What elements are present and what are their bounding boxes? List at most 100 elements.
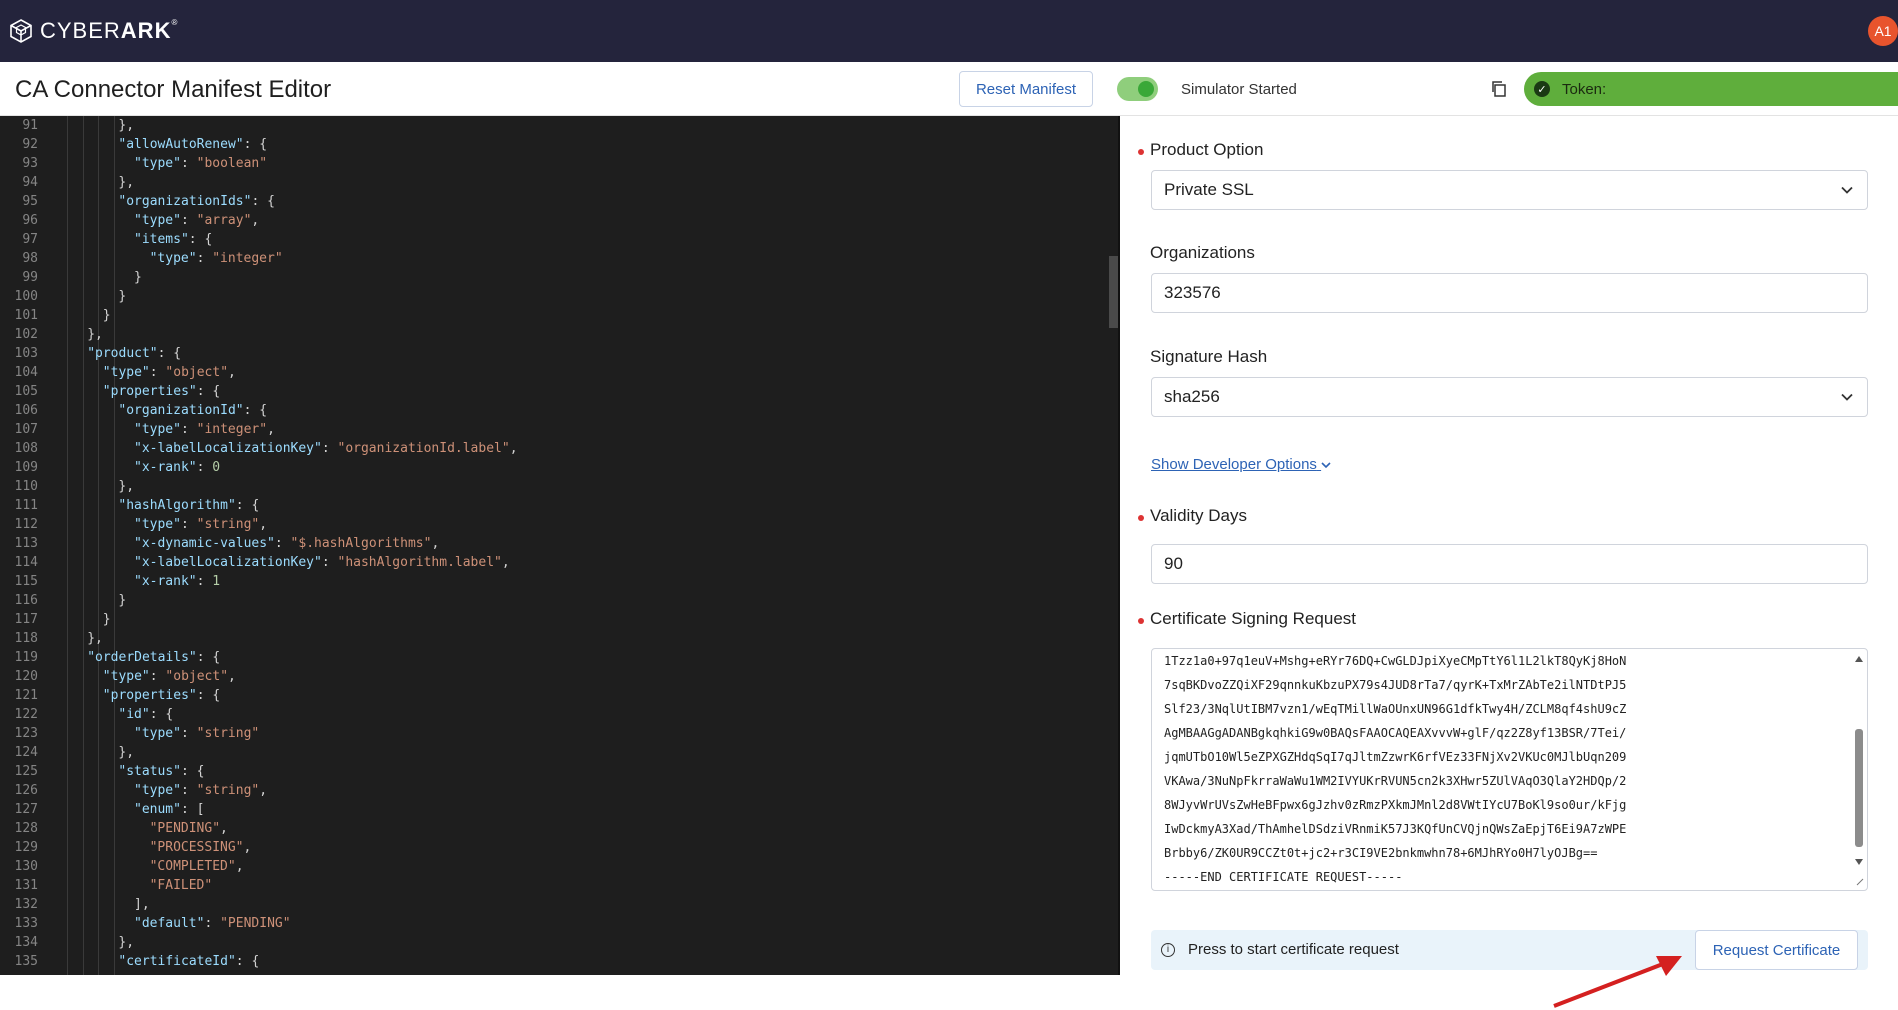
dev-options-label: Show Developer Options [1151, 456, 1317, 473]
csr-line: Slf23/3NqlUtIBM7vzn1/wEqTMillWaOUnxUN96G… [1164, 702, 1627, 716]
code-text: } [118, 593, 127, 608]
reset-manifest-button[interactable]: Reset Manifest [959, 71, 1093, 107]
line-number: 95 [22, 194, 38, 209]
code-line: 117} [0, 610, 111, 629]
csr-line: VKAwa/3NuNpFkrraWaWu1WM2IVYUKrRVUN5cn2k3… [1164, 774, 1627, 788]
line-number: 97 [22, 232, 38, 247]
simulator-status: Simulator Started [1181, 81, 1297, 98]
code-line: 132], [0, 895, 150, 914]
code-text: "orderDetails": { [87, 650, 221, 665]
csr-scrollbar-thumb[interactable] [1855, 729, 1863, 847]
request-certificate-button[interactable]: Request Certificate [1695, 930, 1858, 970]
line-number: 123 [14, 726, 38, 741]
required-marker [1138, 149, 1144, 155]
code-text: "properties": { [102, 688, 221, 703]
line-number: 91 [22, 118, 38, 133]
page-title: CA Connector Manifest Editor [15, 76, 332, 103]
line-number: 127 [14, 802, 38, 817]
line-number: 135 [14, 954, 38, 969]
show-developer-options-link[interactable]: Show Developer Options [1151, 456, 1331, 473]
code-line: 119 "orderDetails": { [0, 648, 221, 667]
signature-hash-select[interactable]: sha256 [1151, 377, 1868, 417]
product-option-label: Product Option [1150, 140, 1264, 159]
code-line: 134}, [0, 933, 135, 952]
code-line: 126 "type": "string", [0, 781, 268, 800]
code-line: 125 "status": { [0, 762, 205, 781]
line-number: 124 [14, 745, 38, 760]
code-line: 106 "organizationId": { [0, 401, 268, 420]
code-line: 92 "allowAutoRenew": { [0, 135, 267, 154]
line-number: 119 [14, 650, 38, 665]
code-text: }, [87, 631, 103, 646]
page-header: CA Connector Manifest Editor Reset Manif… [0, 62, 1898, 116]
line-number: 126 [14, 783, 38, 798]
code-text: "type": "integer", [134, 422, 275, 437]
editor-scrollbar-thumb[interactable] [1109, 256, 1118, 328]
csr-line: 7sqBKDvoZZQiXF29qnnkuKbzuPX79s4JUD8rTa7/… [1164, 678, 1627, 692]
line-number: 100 [14, 289, 38, 304]
line-number: 113 [14, 536, 38, 551]
code-line: 121 "properties": { [0, 686, 221, 705]
annotation-arrow-icon [1553, 956, 1682, 1008]
cube-logo-icon [10, 19, 32, 43]
csr-textarea[interactable]: 1Tzz1a0+97q1euV+Mshg+eRYr76DQ+CwGLDJpiXy… [1151, 648, 1868, 891]
code-text: }, [118, 935, 135, 950]
line-number: 99 [22, 270, 38, 285]
info-icon: i [1161, 943, 1175, 957]
csr-line: jqmUTbO10Wl5eZPXGZHdqSqI7qJltmZzwrK6rfVE… [1164, 750, 1627, 764]
line-number: 134 [14, 935, 38, 950]
code-text: }, [118, 745, 135, 760]
line-number: 98 [22, 251, 38, 266]
code-line: 128 "PENDING", [0, 819, 228, 838]
code-text: "certificateId": { [118, 954, 260, 969]
line-number: 121 [14, 688, 38, 703]
code-text: "x-dynamic-values": "$.hashAlgorithms", [134, 536, 440, 551]
logo-text: CYBERARK® [40, 18, 179, 43]
manifest-code-editor[interactable]: 91}, 92 "allowAutoRenew": {93 "type": "bool… [0, 116, 1118, 975]
line-number: 128 [14, 821, 38, 836]
code-line: 104 "type": "object", [0, 363, 236, 382]
csr-line: 1Tzz1a0+97q1euV+Mshg+eRYr76DQ+CwGLDJpiXy… [1164, 654, 1627, 668]
line-number: 117 [14, 612, 38, 627]
csr-line: Brbby6/ZK0UR9CCZt0t+jc2+r3CI9VE2bnkmwhn7… [1164, 846, 1598, 860]
csr-line: -----END CERTIFICATE REQUEST----- [1164, 870, 1403, 884]
code-line: 130 "COMPLETED", [0, 857, 244, 876]
line-number: 108 [14, 441, 38, 456]
code-text: }, [118, 175, 135, 190]
token-label: Token: [1562, 80, 1607, 98]
signature-hash-value: sha256 [1164, 387, 1220, 406]
code-text: "x-rank": 0 [134, 460, 221, 475]
code-text: } [118, 289, 127, 304]
code-text: "hashAlgorithm": { [118, 498, 260, 513]
user-avatar[interactable]: A1 [1868, 16, 1898, 46]
code-line: 105 "properties": { [0, 382, 221, 401]
code-text: "FAILED" [149, 878, 213, 893]
simulator-toggle[interactable] [1117, 77, 1158, 101]
code-line: 93 "type": "boolean" [0, 154, 267, 173]
code-text: "type": "string", [134, 517, 268, 532]
code-line: 97 "items": { [0, 230, 212, 249]
line-number: 125 [14, 764, 38, 779]
line-number: 101 [14, 308, 38, 323]
chevron-down-icon [1841, 186, 1853, 194]
validity-days-input[interactable]: 90 [1151, 544, 1868, 584]
code-line: 110}, [0, 477, 135, 496]
code-text: "type": "string" [134, 726, 260, 741]
code-line: 115 "x-rank": 1 [0, 572, 221, 591]
code-text: "status": { [118, 764, 205, 779]
code-line: 122 "id": { [0, 705, 174, 724]
cyberark-logo[interactable]: CYBERARK® [8, 18, 178, 44]
line-number: 133 [14, 916, 38, 931]
code-text: "type": "array", [134, 213, 260, 228]
code-text: "id": { [118, 707, 174, 722]
line-number: 109 [14, 460, 38, 475]
code-text: "type": "string", [134, 783, 268, 798]
product-option-select[interactable]: Private SSL [1151, 170, 1868, 210]
code-line: 100} [0, 287, 127, 306]
chevron-down-icon [1321, 462, 1331, 469]
code-text: }, [118, 118, 135, 133]
code-line: 99} [0, 268, 141, 287]
code-line: 102}, [0, 325, 103, 344]
organizations-input[interactable]: 323576 [1151, 273, 1868, 313]
copy-icon[interactable] [1490, 80, 1508, 98]
